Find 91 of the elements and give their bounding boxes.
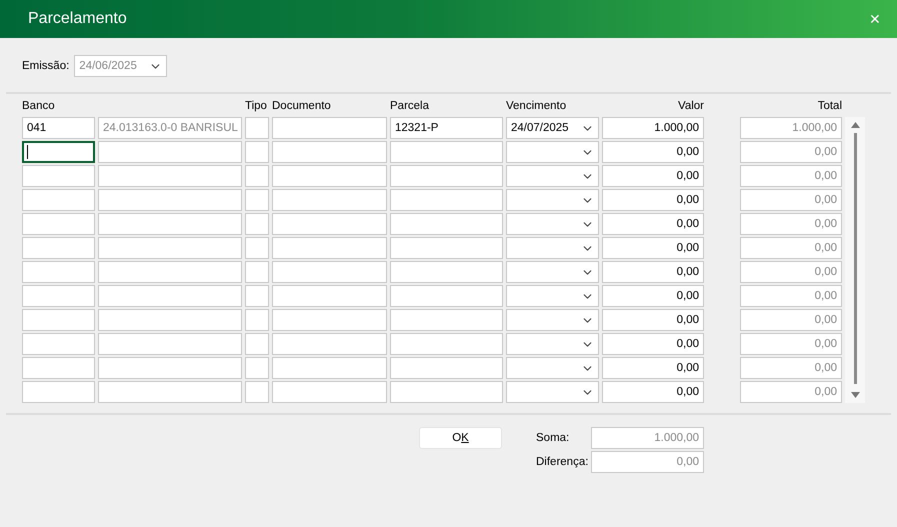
bank-name-field[interactable] xyxy=(98,309,242,331)
type-field[interactable] xyxy=(245,285,269,307)
due-date-dropdown[interactable] xyxy=(506,333,599,355)
due-date-dropdown[interactable] xyxy=(506,165,599,187)
due-date-dropdown[interactable] xyxy=(506,381,599,403)
installment-field[interactable] xyxy=(390,285,503,307)
amount-field[interactable]: 0,00 xyxy=(602,357,704,379)
amount-field[interactable]: 0,00 xyxy=(602,189,704,211)
installment-field[interactable] xyxy=(390,141,503,163)
amount-field[interactable]: 0,00 xyxy=(602,285,704,307)
bank-name-field[interactable] xyxy=(98,285,242,307)
amount-field[interactable]: 0,00 xyxy=(602,165,704,187)
document-field[interactable] xyxy=(272,309,387,331)
document-field[interactable] xyxy=(272,213,387,235)
installment-field[interactable] xyxy=(390,237,503,259)
amount-field[interactable]: 0,00 xyxy=(602,309,704,331)
due-date-dropdown[interactable] xyxy=(506,357,599,379)
column-header: Tipo xyxy=(245,100,268,114)
amount-field[interactable]: 0,00 xyxy=(602,261,704,283)
field-label: Emissão: xyxy=(22,60,70,72)
scrollbar-thumb[interactable] xyxy=(854,133,856,384)
installment-field[interactable] xyxy=(390,213,503,235)
type-field[interactable] xyxy=(245,333,269,355)
document-field[interactable] xyxy=(272,261,387,283)
total-field: 0,00 xyxy=(591,451,704,473)
due-date-dropdown[interactable]: 24/07/2025 xyxy=(506,117,599,139)
total-field: 1.000,00 xyxy=(591,427,704,449)
document-field[interactable] xyxy=(272,333,387,355)
field-label: Diferença: xyxy=(536,456,590,468)
installment-field[interactable] xyxy=(390,309,503,331)
bank-name-field[interactable] xyxy=(98,261,242,283)
due-date-dropdown[interactable] xyxy=(506,285,599,307)
ok-button[interactable]: OK xyxy=(419,427,502,449)
document-field[interactable] xyxy=(272,381,387,403)
bank-name-field[interactable] xyxy=(98,189,242,211)
document-field[interactable] xyxy=(272,117,387,139)
installment-field[interactable] xyxy=(390,189,503,211)
installment-field[interactable] xyxy=(390,333,503,355)
bank-name-field[interactable] xyxy=(98,381,242,403)
bank-code-field[interactable] xyxy=(22,141,95,163)
amount-field[interactable]: 1.000,00 xyxy=(602,117,704,139)
amount-field[interactable]: 0,00 xyxy=(602,237,704,259)
type-field[interactable] xyxy=(245,165,269,187)
installment-field[interactable] xyxy=(390,357,503,379)
document-field[interactable] xyxy=(272,141,387,163)
amount-field[interactable]: 0,00 xyxy=(602,141,704,163)
bank-name-field[interactable] xyxy=(98,333,242,355)
installment-field[interactable]: 12321-P xyxy=(390,117,503,139)
due-date-dropdown[interactable] xyxy=(506,189,599,211)
installment-field[interactable] xyxy=(390,165,503,187)
due-date-dropdown[interactable] xyxy=(506,213,599,235)
column-header: Vencimento xyxy=(506,100,568,114)
bank-name-field[interactable] xyxy=(98,237,242,259)
document-field[interactable] xyxy=(272,357,387,379)
document-field[interactable] xyxy=(272,165,387,187)
type-field[interactable] xyxy=(245,381,269,403)
scroll-down-icon[interactable] xyxy=(850,392,860,398)
type-field[interactable] xyxy=(245,237,269,259)
amount-field[interactable]: 0,00 xyxy=(602,333,704,355)
document-field[interactable] xyxy=(272,285,387,307)
due-date-dropdown[interactable] xyxy=(506,237,599,259)
document-field[interactable] xyxy=(272,237,387,259)
type-field[interactable] xyxy=(245,213,269,235)
column-header: Banco xyxy=(22,100,56,114)
field-label: Soma: xyxy=(536,432,570,444)
installment-field[interactable] xyxy=(390,261,503,283)
amount-field[interactable]: 0,00 xyxy=(602,381,704,403)
column-header: Parcela xyxy=(390,100,430,114)
type-field[interactable] xyxy=(245,117,269,139)
column-header: Total xyxy=(818,100,842,114)
bank-name-field[interactable] xyxy=(98,357,242,379)
type-field[interactable] xyxy=(245,189,269,211)
window-title: Parcelamento xyxy=(28,10,127,28)
type-field[interactable] xyxy=(245,357,269,379)
column-header: Valor xyxy=(678,100,704,114)
bank-name-field[interactable] xyxy=(98,141,242,163)
document-field[interactable] xyxy=(272,189,387,211)
due-date-dropdown[interactable] xyxy=(506,261,599,283)
due-date-dropdown[interactable] xyxy=(506,309,599,331)
bank-name-field[interactable] xyxy=(98,165,242,187)
type-field[interactable] xyxy=(245,261,269,283)
scrollbar[interactable] xyxy=(845,117,865,403)
column-header: Documento xyxy=(272,100,332,114)
bank-code-field[interactable]: 041 xyxy=(22,117,95,139)
bank-name-field[interactable] xyxy=(98,213,242,235)
installment-field[interactable] xyxy=(390,381,503,403)
due-date-dropdown[interactable] xyxy=(506,141,599,163)
amount-field[interactable]: 0,00 xyxy=(602,213,704,235)
scroll-up-icon[interactable] xyxy=(850,122,860,128)
type-field[interactable] xyxy=(245,309,269,331)
type-field[interactable] xyxy=(245,141,269,163)
